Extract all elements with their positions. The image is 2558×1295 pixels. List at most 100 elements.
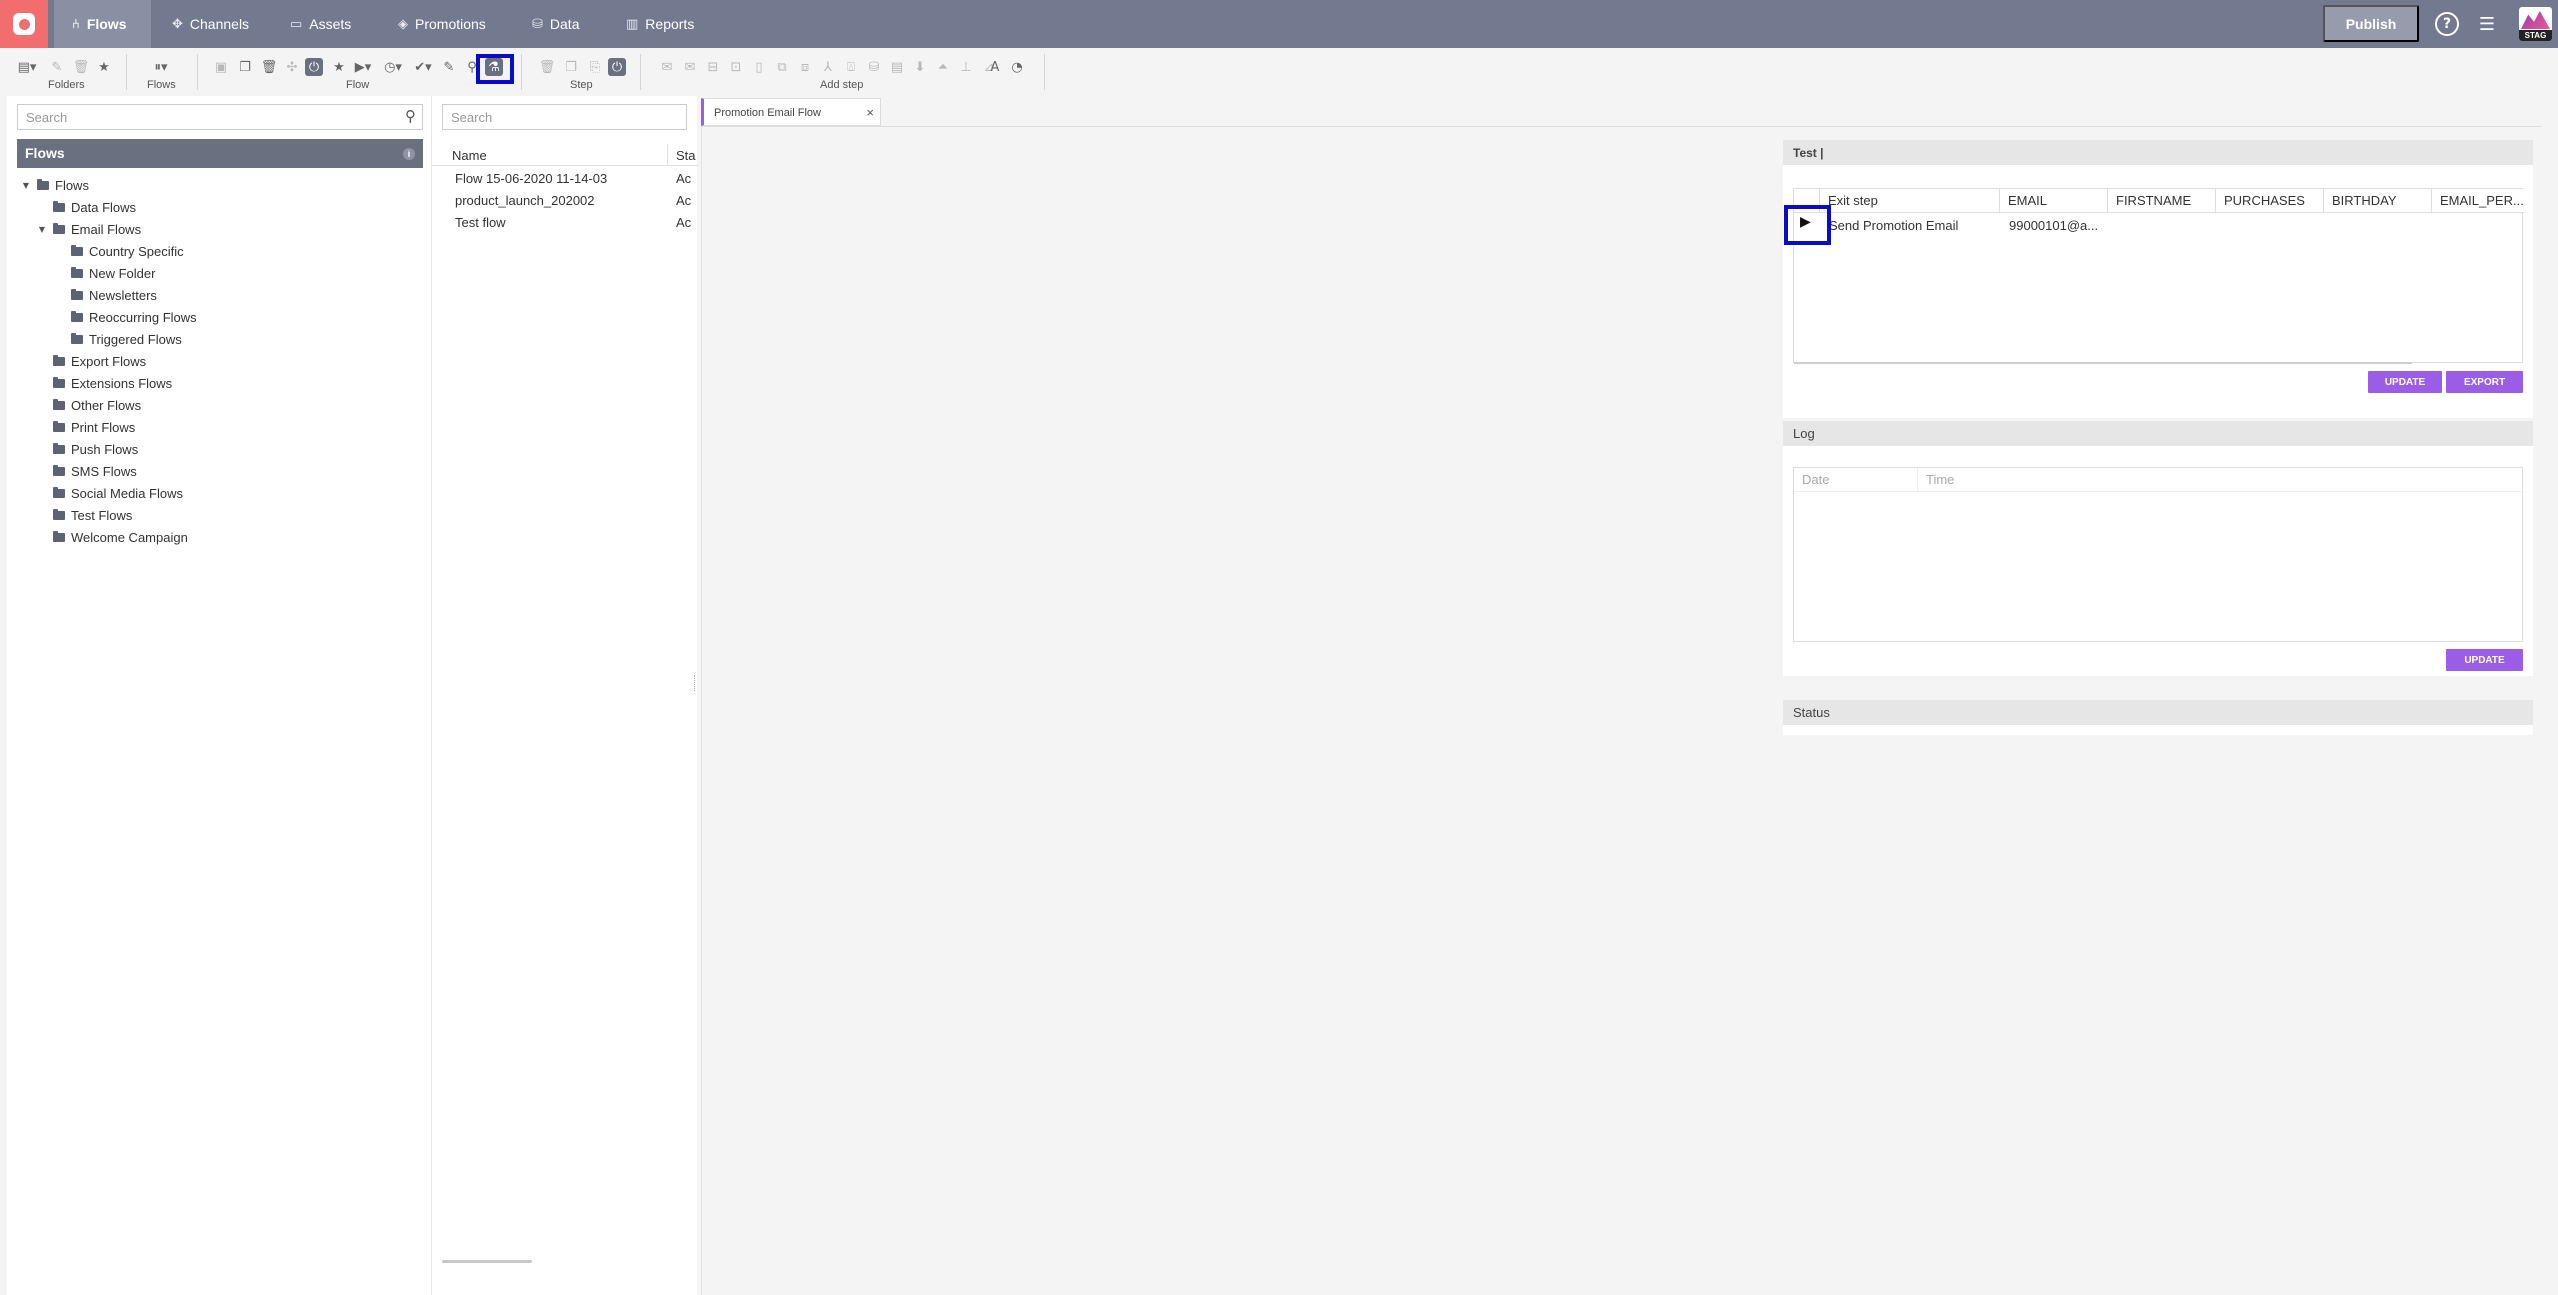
tree-item-extensions-flows[interactable]: Extensions Flows	[37, 373, 172, 393]
log-update-button[interactable]: UPDATE	[2446, 649, 2523, 671]
nav-assets[interactable]: ▭ Assets	[272, 0, 369, 48]
run-flow-icon[interactable]: ▶▾	[354, 58, 372, 76]
tree-item-label: Flows	[55, 177, 89, 193]
add-email-step-icon[interactable]: ✉	[658, 58, 676, 76]
column-header-email[interactable]: EMAIL	[2000, 189, 2108, 213]
help-icon[interactable]: ?	[2435, 12, 2459, 36]
add-exclude-step-icon[interactable]: ⍍	[842, 58, 860, 76]
column-header-time[interactable]: Time	[1918, 468, 2524, 492]
add-branch-step-icon[interactable]: ⅄	[819, 58, 837, 76]
tree-item-other-flows[interactable]: Other Flows	[37, 395, 141, 415]
flow-list-row[interactable]: product_launch_202002 Ac	[432, 190, 698, 212]
caret-down-icon[interactable]: ▼	[37, 225, 47, 234]
tree-item-test-flows[interactable]: Test Flows	[37, 505, 132, 525]
folder-search-input[interactable]	[18, 105, 388, 129]
settings-sliders-icon[interactable]: ☰	[2475, 12, 2499, 36]
tree-item-reoccurring-flows[interactable]: Reoccurring Flows	[55, 307, 197, 327]
copy-step-icon[interactable]: ❐	[562, 58, 580, 76]
add-push-step-icon[interactable]: ⬇	[911, 58, 929, 76]
tab-promotion-email-flow[interactable]: Promotion Email Flow ×	[701, 98, 881, 126]
nav-assets-label: Assets	[309, 16, 352, 32]
delete-folder-icon[interactable]: 🗑	[72, 58, 90, 76]
tree-item-welcome-campaign[interactable]: Welcome Campaign	[37, 527, 188, 547]
app-logo[interactable]	[0, 0, 48, 48]
column-header-birthday[interactable]: BIRTHDAY	[2324, 189, 2432, 213]
add-filter-step-icon[interactable]: ⊟	[704, 58, 722, 76]
column-header-status[interactable]: Sta	[676, 148, 696, 163]
favorite-folder-icon[interactable]: ★	[95, 58, 113, 76]
flows-view-icon[interactable]: ⏸▾	[152, 58, 170, 76]
add-tree-step-icon[interactable]: ⊥	[957, 58, 975, 76]
add-select-step-icon[interactable]: ⧈	[796, 58, 814, 76]
nav-reports[interactable]: ▥ Reports	[608, 0, 712, 48]
folder-icon	[53, 200, 65, 212]
flows-section-header: Flows i	[17, 139, 423, 168]
move-flow-icon[interactable]: ✣	[283, 58, 301, 76]
publish-button[interactable]: Publish	[2323, 5, 2419, 42]
tree-item-export-flows[interactable]: Export Flows	[37, 351, 146, 371]
tree-item-country-specific[interactable]: Country Specific	[55, 241, 184, 261]
folder-icon	[53, 508, 65, 520]
export-button[interactable]: EXPORT	[2446, 371, 2523, 393]
info-icon[interactable]: i	[403, 148, 415, 160]
toolbar-group-add-step: Add step	[820, 79, 864, 91]
add-sms-step-icon[interactable]: ✉	[681, 58, 699, 76]
toolbar-group-step: Step	[570, 79, 593, 91]
tree-item-sms-flows[interactable]: SMS Flows	[37, 461, 137, 481]
caret-down-icon[interactable]: ▼	[21, 181, 31, 190]
horizontal-scrollbar[interactable]	[442, 1260, 532, 1263]
favorite-flow-icon[interactable]: ★	[330, 58, 348, 76]
edit-folder-icon[interactable]: ✎	[48, 58, 66, 76]
add-merge-step-icon[interactable]: ⧉	[773, 58, 791, 76]
column-header-purchases[interactable]: PURCHASES	[2216, 189, 2324, 213]
add-text-step-icon[interactable]: A	[986, 58, 1004, 76]
activate-flow-icon[interactable]: ⏻	[305, 58, 323, 76]
validate-flow-icon[interactable]: ✔▾	[414, 58, 432, 76]
horizontal-scrollbar[interactable]	[1794, 362, 2412, 364]
flow-list-row[interactable]: Flow 15-06-2020 11-14-03 Ac	[432, 168, 698, 190]
toggle-step-icon[interactable]: ⏻	[608, 58, 626, 76]
tree-item-new-folder[interactable]: New Folder	[55, 263, 155, 283]
nav-data[interactable]: ⛁ Data	[514, 0, 597, 48]
folder-open-icon	[37, 178, 49, 190]
column-header-date[interactable]: Date	[1794, 468, 1918, 492]
tree-item-print-flows[interactable]: Print Flows	[37, 417, 135, 437]
nav-channels[interactable]: ✥ Channels	[154, 0, 267, 48]
tree-item-triggered-flows[interactable]: Triggered Flows	[55, 329, 182, 349]
tree-item-newsletters[interactable]: Newsletters	[55, 285, 157, 305]
delete-step-icon[interactable]: 🗑	[538, 58, 556, 76]
tree-item-push-flows[interactable]: Push Flows	[37, 439, 138, 459]
test-update-button[interactable]: UPDATE	[2368, 371, 2442, 393]
environment-badge[interactable]: STAG	[2519, 7, 2552, 41]
tree-item-email-flows[interactable]: ▼ Email Flows	[37, 219, 141, 239]
add-timer-step-icon[interactable]: ◔	[1008, 58, 1026, 76]
add-data-step-icon[interactable]: ⛁	[865, 58, 883, 76]
save-flow-icon[interactable]: ▣	[212, 58, 230, 76]
close-icon[interactable]: ×	[866, 105, 874, 120]
add-doc-step-icon[interactable]: ▤	[888, 58, 906, 76]
tree-item-flows[interactable]: ▼ Flows	[21, 175, 89, 195]
folder-icon	[71, 288, 83, 300]
add-split-step-icon[interactable]: ⊡	[727, 58, 745, 76]
expand-row-icon[interactable]: ▶	[1800, 214, 1811, 230]
delete-flow-icon[interactable]: 🗑	[260, 58, 278, 76]
flow-list-row[interactable]: Test flow Ac	[432, 212, 698, 234]
flow-search-input[interactable]	[443, 105, 683, 129]
schedule-flow-icon[interactable]: ◷▾	[384, 58, 402, 76]
panel-splitter[interactable]	[694, 675, 696, 691]
nav-promotions[interactable]: ◈ Promotions	[380, 0, 504, 48]
column-header-firstname[interactable]: FIRSTNAME	[2108, 189, 2216, 213]
add-update-step-icon[interactable]: ⏶	[934, 58, 952, 76]
tree-item-social-media-flows[interactable]: Social Media Flows	[37, 483, 183, 503]
nav-flows[interactable]: ⑃ Flows	[54, 0, 151, 48]
add-wait-step-icon[interactable]: ▯	[750, 58, 768, 76]
tree-item-data-flows[interactable]: Data Flows	[37, 197, 136, 217]
column-header-email-per[interactable]: EMAIL_PER...	[2432, 189, 2524, 213]
search-icon[interactable]: ⚲	[405, 107, 416, 125]
paste-step-icon[interactable]: ⎘	[586, 58, 604, 76]
edit-flow-icon[interactable]: ✎	[440, 58, 458, 76]
column-header-name[interactable]: Name	[452, 148, 487, 163]
new-folder-icon[interactable]: ▤▾	[18, 58, 37, 76]
column-header-exit-step[interactable]: Exit step	[1820, 189, 2000, 213]
copy-flow-icon[interactable]: ❐	[236, 58, 254, 76]
